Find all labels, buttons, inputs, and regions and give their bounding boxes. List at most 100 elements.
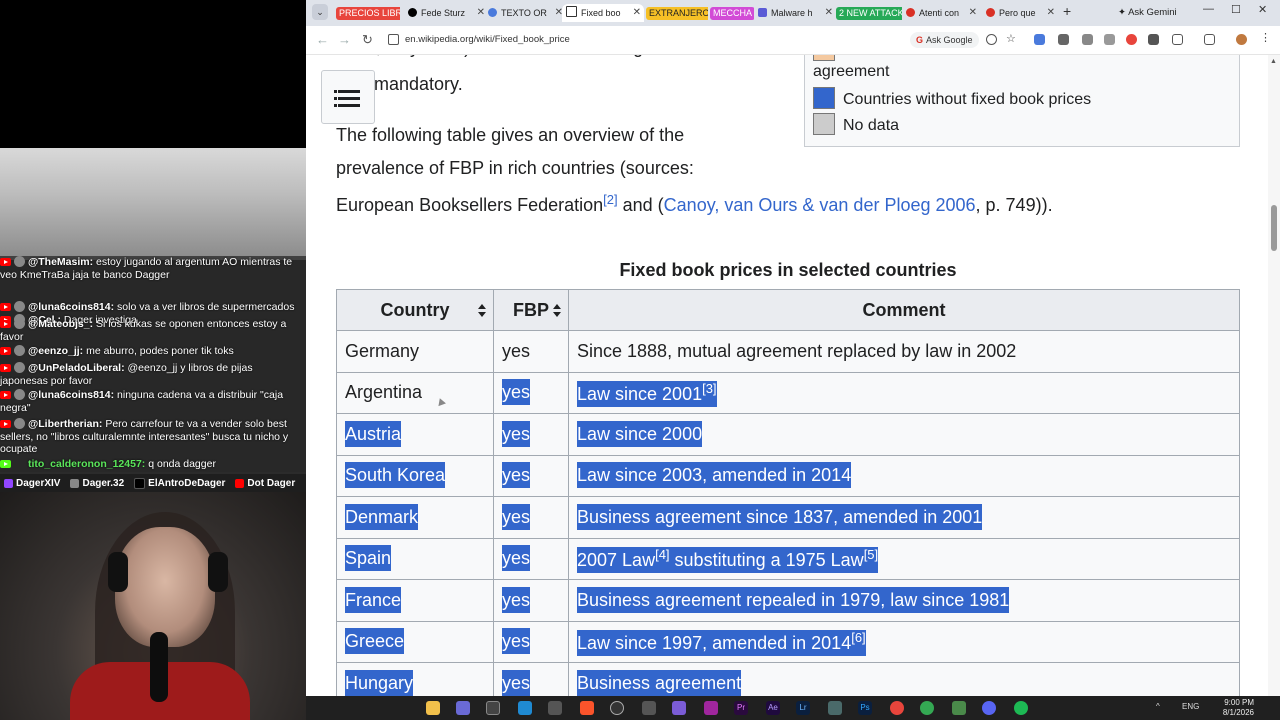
zoom-icon[interactable] [986, 34, 997, 45]
tab-search-icon[interactable]: ⌄ [312, 4, 328, 20]
forward-icon[interactable]: → [338, 32, 351, 47]
youtube-icon [0, 303, 11, 311]
citation-link[interactable]: [3] [702, 381, 716, 396]
close-icon[interactable]: ✕ [633, 4, 641, 22]
extension-icon[interactable] [1034, 34, 1045, 45]
browser-toolbar: ← → ↻ en.wikipedia.org/wiki/Fixed_book_p… [306, 26, 1280, 55]
sidebar-icon[interactable] [1204, 34, 1215, 45]
table-row: Denmark yes Business agreement since 183… [336, 496, 1240, 539]
scroll-up-icon[interactable]: ▲ [1270, 58, 1277, 65]
doc-icon [488, 8, 497, 17]
file-explorer-icon[interactable] [426, 701, 440, 715]
extension-icon[interactable] [1082, 34, 1093, 45]
paragraph-line: The following table gives an overview of… [336, 125, 685, 145]
fbp-cell: yes [493, 496, 569, 539]
vscode-icon[interactable] [518, 701, 532, 715]
tab-group-extranjeros[interactable]: EXTRANJEROS [642, 4, 708, 22]
paragraph-line: 1997, Italy 2000) enacted laws making th… [336, 55, 713, 63]
back-icon[interactable]: ← [316, 32, 329, 47]
profile-avatar-icon[interactable] [1236, 34, 1247, 45]
tray-chevron-icon[interactable]: ^ [1156, 702, 1160, 711]
app-icon[interactable] [456, 701, 470, 715]
app-icon[interactable] [828, 701, 842, 715]
table-of-contents-button[interactable] [321, 70, 375, 124]
reload-icon[interactable]: ↻ [362, 32, 373, 48]
comment-cell: Business agreement [568, 662, 1240, 696]
avatar [14, 256, 25, 267]
legend-swatch [813, 113, 835, 135]
extensions-puzzle-icon[interactable] [1172, 34, 1183, 45]
chat-message: @Libertherian: Pero carrefour te va a ve… [0, 418, 289, 455]
terminal-icon[interactable] [486, 701, 500, 715]
page-scrollbar[interactable]: ▲ [1268, 55, 1280, 696]
tab-fede-sturz[interactable]: Fede Sturz ✕ [404, 4, 488, 22]
map-legend: agreement Countries without fixed book p… [804, 55, 1240, 147]
lightroom-icon[interactable]: Lr [796, 701, 810, 715]
chrome-icon[interactable] [920, 701, 934, 715]
citation-link[interactable]: [5] [864, 547, 878, 562]
citation-link[interactable]: [4] [655, 547, 669, 562]
new-tab-icon[interactable]: + [1063, 3, 1071, 19]
after-effects-icon[interactable]: Ae [766, 701, 780, 715]
visual-studio-icon[interactable] [672, 701, 686, 715]
column-header-fbp[interactable]: FBP [493, 289, 569, 331]
legend-swatch [813, 87, 835, 109]
legend-row: agreement [813, 63, 890, 80]
country-cell: Germany [336, 330, 494, 373]
list-line [338, 90, 360, 93]
obs-icon[interactable] [610, 701, 624, 715]
menu-kebab-icon[interactable]: ⋮ [1260, 31, 1271, 44]
youtube-icon [0, 347, 11, 355]
extension-icon[interactable] [1126, 34, 1137, 45]
app-icon[interactable] [548, 701, 562, 715]
tab-atenti[interactable]: Atenti con ✕ [902, 4, 980, 22]
avatar [14, 301, 25, 312]
column-header-country[interactable]: Country [336, 289, 494, 331]
minimize-icon[interactable]: — [1203, 3, 1214, 15]
citation-link[interactable]: [6] [851, 630, 865, 645]
tab-fixed-book-price[interactable]: Fixed boo ✕ [562, 4, 644, 22]
maximize-icon[interactable]: ☐ [1231, 3, 1241, 16]
headset-icon [208, 552, 228, 592]
tab-group-new-attacks[interactable]: 2 NEW ATTACKS [832, 4, 902, 22]
reference-link[interactable]: Canoy, van Ours & van der Ploeg 2006 [664, 195, 976, 215]
app-icon[interactable] [704, 701, 718, 715]
extension-icon[interactable] [1104, 34, 1115, 45]
tab-malware[interactable]: Malware h ✕ [754, 4, 836, 22]
comment-cell: Since 1888, mutual agreement replaced by… [568, 330, 1240, 373]
spotify-icon[interactable] [1014, 701, 1028, 715]
brave-icon[interactable] [580, 701, 594, 715]
language-indicator[interactable]: ENG [1182, 702, 1199, 711]
close-icon[interactable]: ✕ [969, 4, 977, 22]
extension-icon[interactable] [1058, 34, 1069, 45]
gemini-icon: ✦ [1118, 7, 1129, 18]
ask-google-button[interactable]: G Ask Google [910, 32, 979, 48]
list-bullet [334, 90, 337, 93]
window-close-icon[interactable]: ✕ [1258, 3, 1267, 16]
chrome-icon[interactable] [890, 701, 904, 715]
premiere-icon[interactable]: Pr [734, 701, 748, 715]
extension-icon[interactable] [1148, 34, 1159, 45]
scrollbar-thumb[interactable] [1271, 205, 1277, 251]
chat-message: @UnPeladoLiberal: @eenzo_jj y libros de … [0, 362, 253, 387]
tab-texto[interactable]: TEXTO OR ✕ [484, 4, 566, 22]
site-info-icon[interactable] [388, 34, 399, 45]
tab-group-precios-libros[interactable]: PRECIOS LIBROS [332, 4, 400, 22]
column-header-comment: Comment [568, 289, 1240, 331]
discord-icon[interactable] [982, 701, 996, 715]
photoshop-icon[interactable]: Ps [858, 701, 872, 715]
handle-youtube: Dot Dager [235, 478, 295, 489]
app-icon[interactable] [952, 701, 966, 715]
tab-pero-que[interactable]: Pero que ✕ [982, 4, 1058, 22]
address-bar[interactable]: en.wikipedia.org/wiki/Fixed_book_price [405, 34, 570, 45]
system-clock[interactable]: 9:00 PM 8/1/2026 [1210, 698, 1254, 718]
live-chat: @TheMasim: estoy jugando al argentum AO … [0, 256, 306, 472]
fbp-cell: yes [493, 330, 569, 373]
bookmark-star-icon[interactable]: ☆ [1006, 32, 1017, 45]
tab-group-meccha[interactable]: MECCHA [706, 4, 754, 22]
kick-icon [0, 460, 11, 468]
app-icon[interactable] [642, 701, 656, 715]
ask-gemini-button[interactable]: ✦ Ask Gemini [1118, 4, 1177, 22]
close-icon[interactable]: ✕ [1047, 4, 1055, 22]
citation-link[interactable]: [2] [603, 192, 617, 207]
